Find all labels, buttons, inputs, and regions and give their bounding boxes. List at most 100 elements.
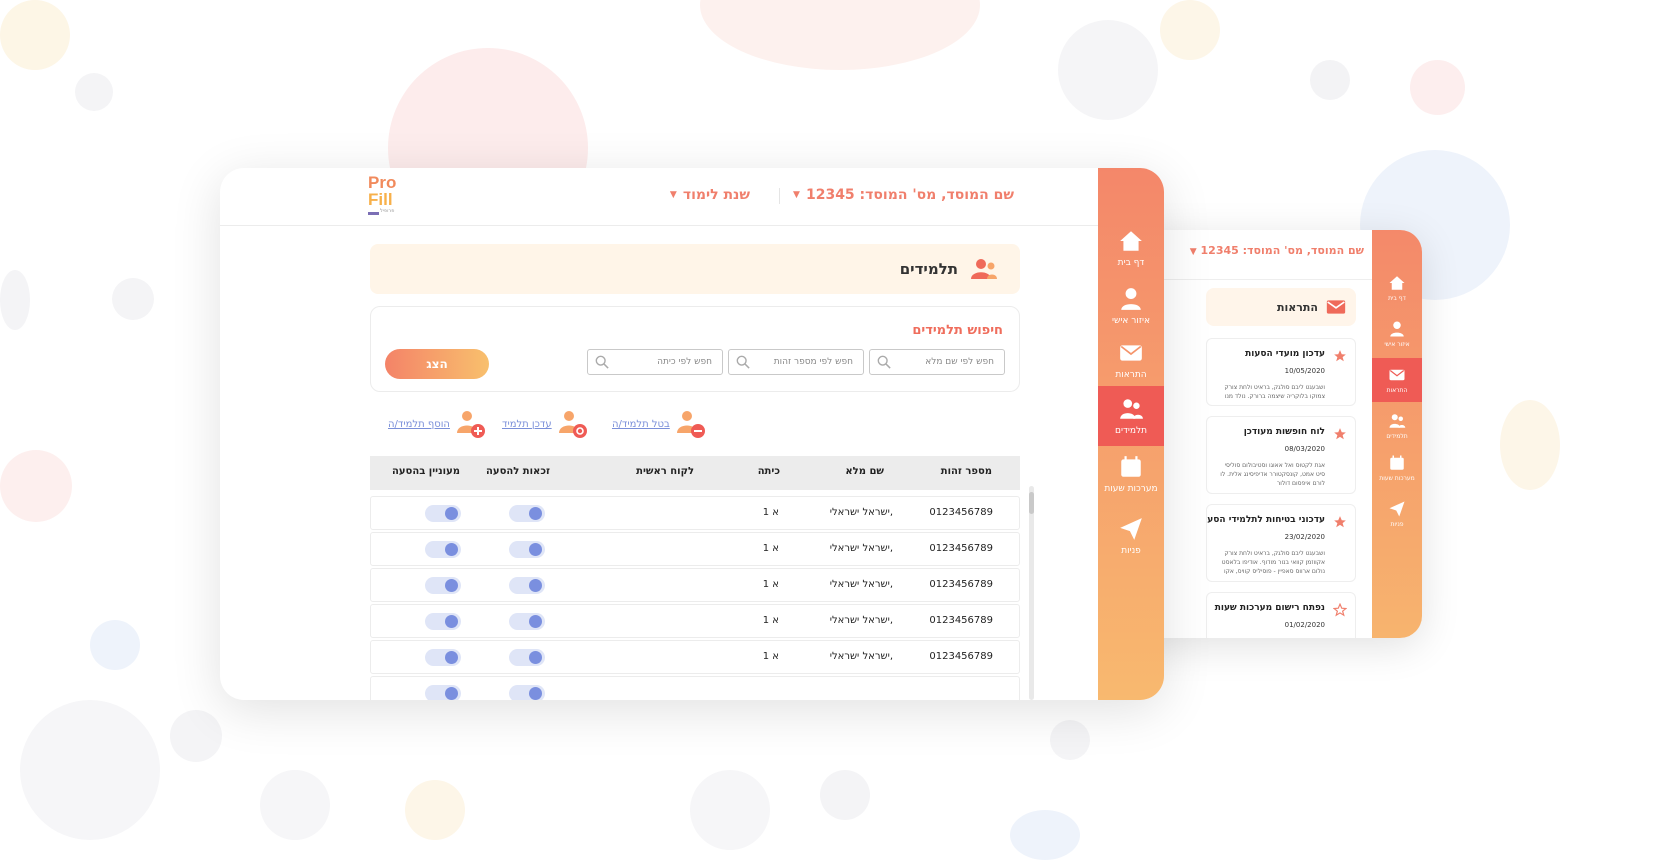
toggle-knob — [529, 507, 542, 520]
cancel-student-action[interactable]: בטל תלמיד/ה — [612, 408, 708, 440]
calendar-icon — [1121, 456, 1141, 477]
cell-class: א 1 — [762, 615, 779, 626]
cell-id: 0123456789 — [929, 579, 993, 590]
add-student-action[interactable]: הוסף תלמיד/ה — [388, 408, 488, 440]
interested-toggle[interactable] — [425, 649, 461, 666]
sidebar-item-schedules[interactable]: מערכות שעות — [1098, 444, 1164, 504]
eligible-toggle[interactable] — [509, 505, 545, 522]
alert-card[interactable]: נפתח רישום מערכות שעות 01/02/2020 — [1206, 592, 1356, 638]
edit-user-icon — [558, 411, 587, 438]
search-title: חיפוש תלמידים — [912, 323, 1003, 338]
calendar-icon — [1390, 455, 1404, 470]
sidebar-item-requests[interactable]: פניות — [1372, 492, 1422, 536]
chevron-down-icon: ▼ — [1189, 247, 1197, 257]
add-student-link[interactable]: הוסף תלמיד/ה — [388, 419, 450, 430]
sidebar-item-label: פניות — [1121, 546, 1141, 556]
star-icon[interactable] — [1333, 427, 1347, 441]
send-icon — [1389, 501, 1405, 517]
students-icon — [971, 259, 997, 279]
remove-user-icon — [676, 411, 705, 438]
update-student-link[interactable]: עדכן תלמיד — [502, 419, 552, 430]
sidebar-item-home[interactable]: דף בית — [1372, 266, 1422, 310]
table-row[interactable]: 0123456789 ישראל ישראלי, א 1 — [370, 532, 1020, 566]
top-bar: Pro Fill פרופיל שנת לימוד ▼ שם המוסד, מס… — [220, 168, 1098, 226]
table-row[interactable]: 0123456789 ישראל ישראלי, א 1 — [370, 568, 1020, 602]
header-divider — [779, 188, 780, 204]
sidebar-item-home[interactable]: דף בית — [1098, 218, 1164, 278]
interested-toggle[interactable] — [425, 541, 461, 558]
star-icon[interactable] — [1333, 515, 1347, 529]
cell-name: ישראל ישראלי, — [829, 507, 893, 518]
sidebar-item-requests[interactable]: פניות — [1098, 506, 1164, 566]
alert-body: אגת לקטוס ואל אאוגו וסטיבולום סוליסי סיט… — [1207, 461, 1325, 488]
institution-label: שם המוסד, מס' המוסד: 12345 — [805, 187, 1014, 203]
interested-toggle[interactable] — [425, 505, 461, 522]
alert-line: אגת לקטוס ואל אאוגו וסטיבולום סוליסי — [1224, 462, 1325, 469]
students-icon — [1389, 414, 1406, 428]
institution-label: שם המוסד, מס' המוסד: 12345 — [1200, 244, 1364, 257]
sidebar-item-label: תלמידים — [1386, 433, 1408, 440]
sidebar-item-personal[interactable]: איזור אישי — [1372, 312, 1422, 356]
students-icon — [1120, 399, 1143, 419]
cell-name: ישראל ישראלי, — [829, 651, 893, 662]
alert-card[interactable]: לוח חופשות מעודכן 08/03/2020 אגת לקטוס ו… — [1206, 416, 1356, 494]
column-header-main-customer: לקוח ראשית — [636, 466, 694, 477]
table-scrollbar[interactable] — [1029, 486, 1034, 700]
eligible-toggle[interactable] — [509, 685, 545, 700]
sidebar-item-schedules[interactable]: מערכות שעות — [1372, 446, 1422, 490]
interested-toggle[interactable] — [425, 577, 461, 594]
table-row[interactable]: 0123456789 ישראל ישראלי, א 1 — [370, 604, 1020, 638]
alert-title: עדכון מועדי הסעות — [1245, 349, 1325, 359]
eligible-toggle[interactable] — [509, 649, 545, 666]
cell-name: ישראל ישראלי, — [829, 615, 893, 626]
sidebar-item-personal[interactable]: איזור אישי — [1098, 276, 1164, 336]
sidebar-item-students[interactable]: תלמידים — [1372, 404, 1422, 448]
sidebar: דף בית איזור אישי התראות תלמידים מערכות … — [1372, 230, 1422, 638]
update-student-action[interactable]: עדכן תלמיד — [502, 408, 590, 440]
star-outline-icon[interactable] — [1333, 603, 1347, 617]
show-button[interactable]: הצג — [385, 349, 489, 379]
toggle-knob — [445, 651, 458, 664]
star-icon[interactable] — [1333, 349, 1347, 363]
column-header-name: שם מלא — [845, 466, 884, 477]
alert-line: אקווזמן קוואי בנור מודוף. אודיפו בלאסט — [1221, 559, 1325, 566]
toggle-knob — [445, 615, 458, 628]
page-title: התראות — [1277, 300, 1318, 314]
column-header-eligible: זכאות להסעה — [486, 466, 550, 477]
alert-line: צמוקו בלוקריה שיצמה ברורק. נולד מנו — [1224, 393, 1325, 400]
table-row[interactable]: 0123456789 ישראל ישראלי, א 1 — [370, 640, 1020, 674]
alert-body: ושבעגט ליבם סולגק, בראיט ולחת צורק צמוקו… — [1207, 383, 1325, 401]
toggle-knob — [529, 615, 542, 628]
sidebar-item-alerts[interactable]: התראות — [1372, 358, 1422, 402]
alert-line: לורם איפסום דולור — [1276, 480, 1325, 487]
page-title: תלמידים — [899, 260, 958, 278]
alert-card[interactable]: עדכון מועדי הסעות 10/05/2020 ושבעגט ליבם… — [1206, 338, 1356, 406]
sidebar-item-label: מערכות שעות — [1379, 475, 1415, 482]
institution-select[interactable]: שם המוסד, מס' המוסד: 12345 ▼ — [1190, 244, 1364, 257]
table-scroll-thumb[interactable] — [1029, 492, 1034, 514]
toggle-knob — [445, 579, 458, 592]
sidebar: דף בית איזור אישי התראות תלמידים מערכות … — [1098, 168, 1164, 700]
interested-toggle[interactable] — [425, 613, 461, 630]
toggle-knob — [445, 543, 458, 556]
cell-class: א 1 — [762, 651, 779, 662]
table-row[interactable]: 0123456789 ישראל ישראלי, א 1 — [370, 496, 1020, 530]
table-header: מספר זהות שם מלא כיתה לקוח ראשית זכאות ל… — [370, 456, 1020, 490]
sidebar-item-label: איזור אישי — [1384, 341, 1410, 348]
alert-title: נפתח רישום מערכות שעות — [1214, 603, 1325, 613]
alert-date: 23/02/2020 — [1284, 533, 1325, 541]
institution-select[interactable]: שם המוסד, מס' המוסד: 12345 ▼ — [793, 187, 1014, 203]
sidebar-item-students[interactable]: תלמידים — [1098, 386, 1164, 446]
year-select[interactable]: שנת לימוד ▼ — [670, 187, 750, 203]
eligible-toggle[interactable] — [509, 613, 545, 630]
cancel-student-link[interactable]: בטל תלמיד/ה — [612, 419, 670, 430]
mail-icon — [1120, 345, 1142, 361]
alerts-header: שם המוסד, מס' המוסד: 12345 ▼ — [1130, 230, 1372, 280]
alert-card[interactable]: עדכוני בטיחות לתלמידי הסעות 23/02/2020 ו… — [1206, 504, 1356, 582]
eligible-toggle[interactable] — [509, 577, 545, 594]
sidebar-item-label: דף בית — [1117, 258, 1145, 268]
eligible-toggle[interactable] — [509, 541, 545, 558]
sidebar-item-alerts[interactable]: התראות — [1098, 330, 1164, 390]
table-row-partial[interactable] — [370, 676, 1020, 700]
interested-toggle[interactable] — [425, 685, 461, 700]
